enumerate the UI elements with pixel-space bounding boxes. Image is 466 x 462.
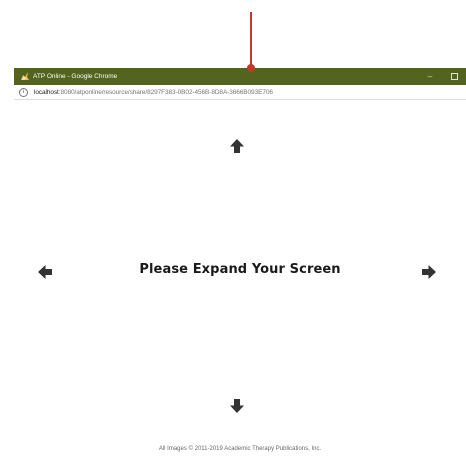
annotation-pointer-dot — [247, 64, 255, 72]
url-text[interactable]: localhost:8080/atponline/resource/share/… — [34, 89, 273, 96]
maximize-icon — [450, 73, 458, 80]
title-bar[interactable]: ATP Online - Google Chrome – — [14, 68, 466, 85]
url-host: localhost — [34, 88, 59, 96]
window-title: ATP Online - Google Chrome — [33, 73, 118, 80]
app-logo-icon — [19, 71, 30, 82]
browser-window: ATP Online - Google Chrome – i localhost… — [14, 68, 466, 462]
arrow-right-icon[interactable] — [421, 264, 437, 280]
arrow-up-icon[interactable] — [229, 138, 245, 154]
info-icon[interactable]: i — [19, 87, 28, 97]
copyright-footer: All Images © 2011-2019 Academic Therapy … — [158, 446, 322, 452]
expand-screen-message: Please Expand Your Screen — [139, 262, 341, 277]
arrow-down-icon[interactable] — [229, 398, 245, 414]
screenshot-stage: ATP Online - Google Chrome – i localhost… — [0, 0, 466, 462]
url-path: :8080/atponline/resource/share/8297F383-… — [58, 88, 273, 96]
maximize-button[interactable] — [442, 68, 466, 85]
address-bar[interactable]: i localhost:8080/atponline/resource/shar… — [14, 85, 466, 100]
minimize-button[interactable]: – — [418, 68, 442, 85]
page-content: Please Expand Your Screen All Images © 2… — [14, 100, 466, 462]
annotation-pointer-line — [250, 12, 252, 67]
minimize-icon: – — [427, 72, 433, 81]
